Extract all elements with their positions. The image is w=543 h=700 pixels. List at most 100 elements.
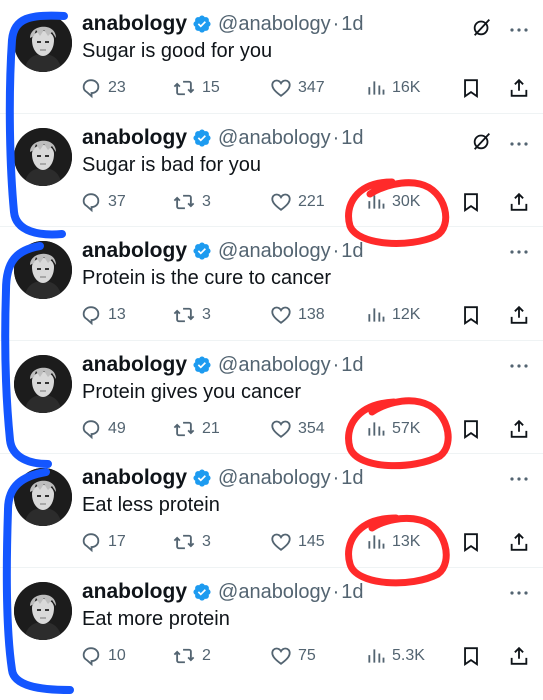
tweet-text: Protein gives you cancer bbox=[82, 381, 302, 403]
timestamp[interactable]: 1d bbox=[341, 13, 363, 36]
tweet-top-actions bbox=[509, 470, 529, 488]
more-options-icon[interactable] bbox=[509, 357, 529, 375]
timestamp[interactable]: 1d bbox=[341, 467, 363, 490]
like-button[interactable]: 145 bbox=[270, 528, 325, 556]
handle[interactable]: @anabology bbox=[218, 240, 331, 263]
share-button[interactable] bbox=[508, 301, 530, 329]
reply-button[interactable]: 23 bbox=[80, 74, 126, 102]
avatar[interactable] bbox=[14, 468, 72, 526]
share-button[interactable] bbox=[508, 528, 530, 556]
handle[interactable]: @anabology bbox=[218, 354, 331, 377]
tweet-text: Protein is the cure to cancer bbox=[82, 267, 332, 289]
verified-badge-icon bbox=[192, 241, 212, 261]
avatar[interactable] bbox=[14, 355, 72, 413]
reply-button[interactable]: 17 bbox=[80, 528, 126, 556]
username[interactable]: anabology bbox=[82, 126, 187, 150]
username[interactable]: anabology bbox=[82, 12, 187, 36]
separator-dot: · bbox=[332, 580, 340, 603]
heart-icon bbox=[270, 531, 292, 553]
more-options-icon[interactable] bbox=[509, 584, 529, 602]
bookmark-icon bbox=[460, 191, 482, 213]
like-button[interactable]: 75 bbox=[270, 642, 316, 670]
bar-chart-icon bbox=[366, 77, 386, 99]
reply-count: 23 bbox=[108, 79, 126, 96]
heart-icon bbox=[270, 418, 292, 440]
reply-button[interactable]: 13 bbox=[80, 301, 126, 329]
timestamp[interactable]: 1d bbox=[341, 581, 363, 604]
like-button[interactable]: 138 bbox=[270, 301, 325, 329]
retweet-button[interactable]: 3 bbox=[172, 188, 211, 216]
separator-dot: · bbox=[332, 239, 340, 262]
tweet[interactable]: anabology @anabology · 1d Protein gives … bbox=[0, 340, 543, 453]
views-button[interactable]: 57K bbox=[366, 415, 420, 443]
share-button[interactable] bbox=[508, 188, 530, 216]
reply-icon bbox=[80, 304, 102, 326]
reply-button[interactable]: 37 bbox=[80, 188, 126, 216]
handle[interactable]: @anabology bbox=[218, 581, 331, 604]
avatar[interactable] bbox=[14, 128, 72, 186]
retweet-icon bbox=[172, 191, 196, 213]
views-button[interactable]: 30K bbox=[366, 188, 420, 216]
handle[interactable]: @anabology bbox=[218, 467, 331, 490]
reply-button[interactable]: 10 bbox=[80, 642, 126, 670]
avatar[interactable] bbox=[14, 582, 72, 640]
share-button[interactable] bbox=[508, 642, 530, 670]
tweet-actions: 49 21 354 57K bbox=[80, 415, 530, 443]
views-button[interactable]: 16K bbox=[366, 74, 420, 102]
views-button[interactable]: 5.3K bbox=[366, 642, 425, 670]
like-count: 347 bbox=[298, 79, 325, 96]
username[interactable]: anabology bbox=[82, 353, 187, 377]
like-count: 145 bbox=[298, 533, 325, 550]
grok-icon[interactable] bbox=[471, 16, 493, 43]
avatar[interactable] bbox=[14, 14, 72, 72]
like-button[interactable]: 354 bbox=[270, 415, 325, 443]
username[interactable]: anabology bbox=[82, 239, 187, 263]
views-button[interactable]: 13K bbox=[366, 528, 420, 556]
bookmark-button[interactable] bbox=[460, 415, 482, 443]
handle[interactable]: @anabology bbox=[218, 127, 331, 150]
tweet[interactable]: anabology @anabology · 1d Eat more prote… bbox=[0, 567, 543, 680]
bookmark-button[interactable] bbox=[460, 188, 482, 216]
reply-icon bbox=[80, 531, 102, 553]
bookmark-button[interactable] bbox=[460, 301, 482, 329]
more-options-icon[interactable] bbox=[509, 135, 529, 153]
retweet-button[interactable]: 15 bbox=[172, 74, 220, 102]
timestamp[interactable]: 1d bbox=[341, 240, 363, 263]
tweet-text: Sugar is bad for you bbox=[82, 154, 261, 176]
share-icon bbox=[508, 304, 530, 326]
more-options-icon[interactable] bbox=[509, 470, 529, 488]
avatar[interactable] bbox=[14, 241, 72, 299]
heart-icon bbox=[270, 77, 292, 99]
retweet-button[interactable]: 21 bbox=[172, 415, 220, 443]
bookmark-button[interactable] bbox=[460, 74, 482, 102]
username[interactable]: anabology bbox=[82, 580, 187, 604]
reply-button[interactable]: 49 bbox=[80, 415, 126, 443]
username[interactable]: anabology bbox=[82, 466, 187, 490]
retweet-button[interactable]: 2 bbox=[172, 642, 211, 670]
retweet-button[interactable]: 3 bbox=[172, 528, 211, 556]
views-button[interactable]: 12K bbox=[366, 301, 420, 329]
share-icon bbox=[508, 191, 530, 213]
more-options-icon[interactable] bbox=[509, 243, 529, 261]
timestamp[interactable]: 1d bbox=[341, 354, 363, 377]
grok-icon[interactable] bbox=[471, 130, 493, 157]
share-button[interactable] bbox=[508, 74, 530, 102]
tweet[interactable]: anabology @anabology · 1d Sugar is bad f… bbox=[0, 113, 543, 226]
tweet[interactable]: anabology @anabology · 1d Protein is the… bbox=[0, 226, 543, 339]
handle[interactable]: @anabology bbox=[218, 13, 331, 36]
bookmark-button[interactable] bbox=[460, 642, 482, 670]
bookmark-icon bbox=[460, 531, 482, 553]
more-options-icon[interactable] bbox=[509, 21, 529, 39]
verified-badge-icon bbox=[192, 468, 212, 488]
timestamp[interactable]: 1d bbox=[341, 127, 363, 150]
tweet-header: anabology @anabology · 1d bbox=[82, 351, 364, 379]
share-button[interactable] bbox=[508, 415, 530, 443]
like-count: 354 bbox=[298, 420, 325, 437]
retweet-button[interactable]: 3 bbox=[172, 301, 211, 329]
bookmark-button[interactable] bbox=[460, 528, 482, 556]
like-button[interactable]: 347 bbox=[270, 74, 325, 102]
tweet[interactable]: anabology @anabology · 1d Sugar is good … bbox=[0, 0, 543, 113]
like-button[interactable]: 221 bbox=[270, 188, 325, 216]
tweet[interactable]: anabology @anabology · 1d Eat less prote… bbox=[0, 453, 543, 566]
tweet-text: Eat less protein bbox=[82, 494, 220, 516]
